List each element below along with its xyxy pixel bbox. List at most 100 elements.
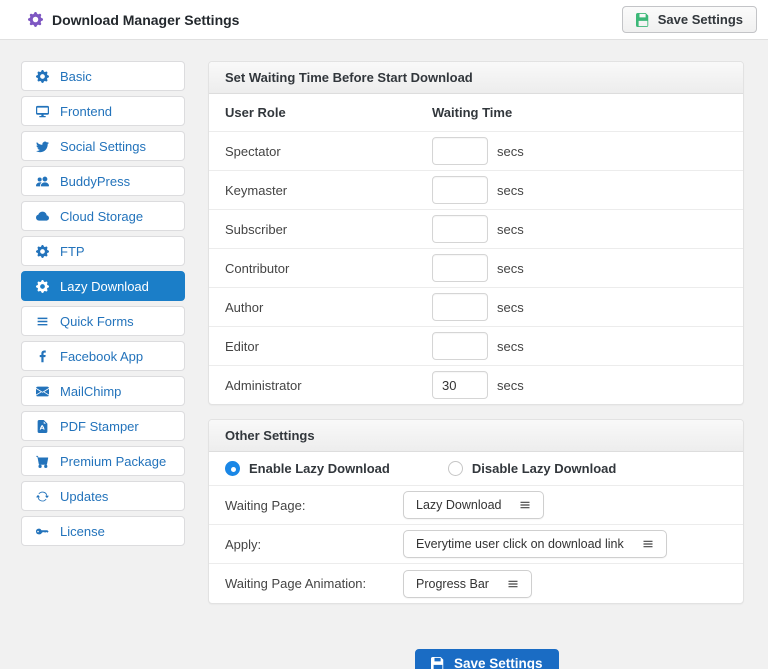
sidebar-item-license[interactable]: License [21, 516, 185, 546]
sidebar-item-quick-forms[interactable]: Quick Forms [21, 306, 185, 336]
sidebar-item-ftp[interactable]: FTP [21, 236, 185, 266]
key-icon [36, 528, 49, 534]
other-settings-panel-title: Other Settings [209, 420, 743, 452]
main-column: Set Waiting Time Before Start Download U… [208, 61, 744, 669]
sidebar-item-facebook-app[interactable]: Facebook App [21, 341, 185, 371]
user-role-column-header: User Role [225, 105, 286, 120]
apply-select[interactable]: Everytime user click on download link [403, 530, 667, 558]
floppy-icon [635, 12, 648, 27]
user-role-label: Administrator [225, 377, 302, 393]
sidebar-item-pdf-stamper[interactable]: PDF Stamper [21, 411, 185, 441]
sidebar-item-label: Updates [60, 488, 109, 504]
field-row-apply: Apply: Everytime user click on download l… [209, 525, 743, 564]
sidebar-item-updates[interactable]: Updates [21, 481, 185, 511]
envelope-icon [36, 386, 49, 396]
field-row-waiting-page: Waiting Page: Lazy Download [209, 486, 743, 525]
selected-value: Lazy Download [416, 498, 502, 512]
radio-button[interactable] [447, 461, 463, 476]
sidebar-item-lazy-download[interactable]: Lazy Download [21, 271, 185, 301]
refresh-icon [36, 491, 49, 501]
radio-button[interactable] [225, 461, 240, 476]
sidebar-item-label: Premium Package [60, 453, 167, 469]
table-row: Author secs [209, 288, 743, 327]
user-role-label: Subscriber [225, 221, 288, 237]
sidebar-item-mailchimp[interactable]: MailChimp [21, 376, 185, 406]
radio-option-disable-lazy-download[interactable]: Disable Lazy Download [447, 461, 617, 476]
selected-value: Everytime user click on download link [416, 537, 624, 551]
waiting-time-input-keymaster[interactable] [432, 176, 488, 204]
facebook-icon [39, 349, 46, 362]
waiting-time-column-header: Waiting Time [432, 105, 513, 120]
cart-icon [36, 455, 49, 468]
menu-icon [508, 580, 518, 587]
sidebar-item-buddypress[interactable]: BuddyPress [21, 166, 185, 196]
user-role-label: Author [225, 299, 264, 315]
waiting-time-panel: Set Waiting Time Before Start Download U… [208, 61, 744, 405]
radio-label: Disable Lazy Download [471, 461, 617, 476]
sidebar-item-label: License [60, 523, 105, 539]
waiting-page-animation-select[interactable]: Progress Bar [403, 569, 532, 598]
lazy-download-radio-group: Enable Lazy Download Disable Lazy Downloa… [209, 452, 743, 486]
table-row: Keymaster secs [209, 171, 743, 210]
save-settings-button-top[interactable]: Save Settings [621, 6, 757, 33]
user-role-label: Keymaster [225, 182, 288, 198]
user-role-label: Spectator [225, 143, 281, 159]
sidebar-item-label: Cloud Storage [60, 208, 144, 224]
secs-unit-label: secs [497, 260, 524, 276]
user-role-label: Contributor [225, 260, 290, 276]
table-row: Contributor secs [209, 249, 743, 288]
secs-unit-label: secs [497, 143, 524, 159]
save-settings-label: Save Settings [657, 12, 743, 27]
waiting-time-input-author[interactable] [432, 293, 488, 321]
save-settings-label: Save Settings [454, 656, 543, 669]
secs-unit-label: secs [497, 338, 524, 354]
sidebar-item-label: Facebook App [60, 348, 144, 364]
page-title: Download Manager Settings [52, 11, 240, 28]
waiting-time-input-spectator[interactable] [432, 137, 488, 165]
content-area: Basic Frontend Social Settings BuddyPress Cl… [0, 40, 768, 669]
menu-icon [643, 540, 653, 548]
list-icon [37, 317, 48, 325]
table-row: Editor secs [209, 327, 743, 366]
waiting-time-panel-title: Set Waiting Time Before Start Download [209, 62, 743, 94]
waiting-time-input-subscriber[interactable] [432, 215, 488, 243]
radio-label: Enable Lazy Download [249, 461, 390, 476]
user-role-label: Editor [225, 338, 259, 354]
settings-sidebar: Basic Frontend Social Settings BuddyPress Cl… [21, 61, 185, 669]
secs-unit-label: secs [497, 182, 524, 198]
gear-icon [36, 69, 49, 83]
field-row-waiting-page-animation: Waiting Page Animation: Progress Bar [209, 564, 743, 603]
top-bar: Download Manager Settings Save Settings [0, 0, 768, 40]
sidebar-item-label: Basic [60, 68, 92, 84]
table-row: Subscriber secs [209, 210, 743, 249]
table-header-row: User Role Waiting Time [209, 94, 743, 132]
cloud-icon [36, 211, 49, 221]
other-settings-fields: Waiting Page: Lazy Download Apply: Everytim… [209, 486, 743, 603]
waiting-page-select[interactable]: Lazy Download [403, 491, 545, 519]
gear-icon [36, 244, 49, 258]
sidebar-item-premium-package[interactable]: Premium Package [21, 446, 185, 476]
field-label: Waiting Page: [225, 497, 306, 513]
role-rows: Spectator secs Keymaster secs Subscriber secs… [209, 132, 743, 404]
waiting-time-input-administrator[interactable] [432, 371, 488, 399]
waiting-time-input-contributor[interactable] [432, 254, 488, 282]
sidebar-item-label: MailChimp [60, 383, 122, 399]
waiting-time-input-editor[interactable] [432, 332, 488, 360]
secs-unit-label: secs [497, 377, 524, 393]
sidebar-item-label: Lazy Download [60, 278, 149, 294]
twitter-icon [36, 141, 49, 152]
sidebar-item-label: Frontend [60, 103, 113, 119]
table-row: Spectator secs [209, 132, 743, 171]
sidebar-item-basic[interactable]: Basic [21, 61, 185, 91]
gear-icon [36, 279, 49, 293]
other-settings-panel: Other Settings Enable Lazy Download Disab… [208, 419, 744, 604]
radio-option-enable-lazy-download[interactable]: Enable Lazy Download [225, 461, 390, 476]
selected-value: Progress Bar [416, 576, 489, 591]
sidebar-item-label: Quick Forms [60, 313, 134, 329]
users-icon [36, 176, 49, 186]
save-settings-button-bottom[interactable]: Save Settings [415, 649, 559, 669]
sidebar-item-cloud-storage[interactable]: Cloud Storage [21, 201, 185, 231]
secs-unit-label: secs [497, 299, 524, 315]
sidebar-item-frontend[interactable]: Frontend [21, 96, 185, 126]
sidebar-item-social-settings[interactable]: Social Settings [21, 131, 185, 161]
